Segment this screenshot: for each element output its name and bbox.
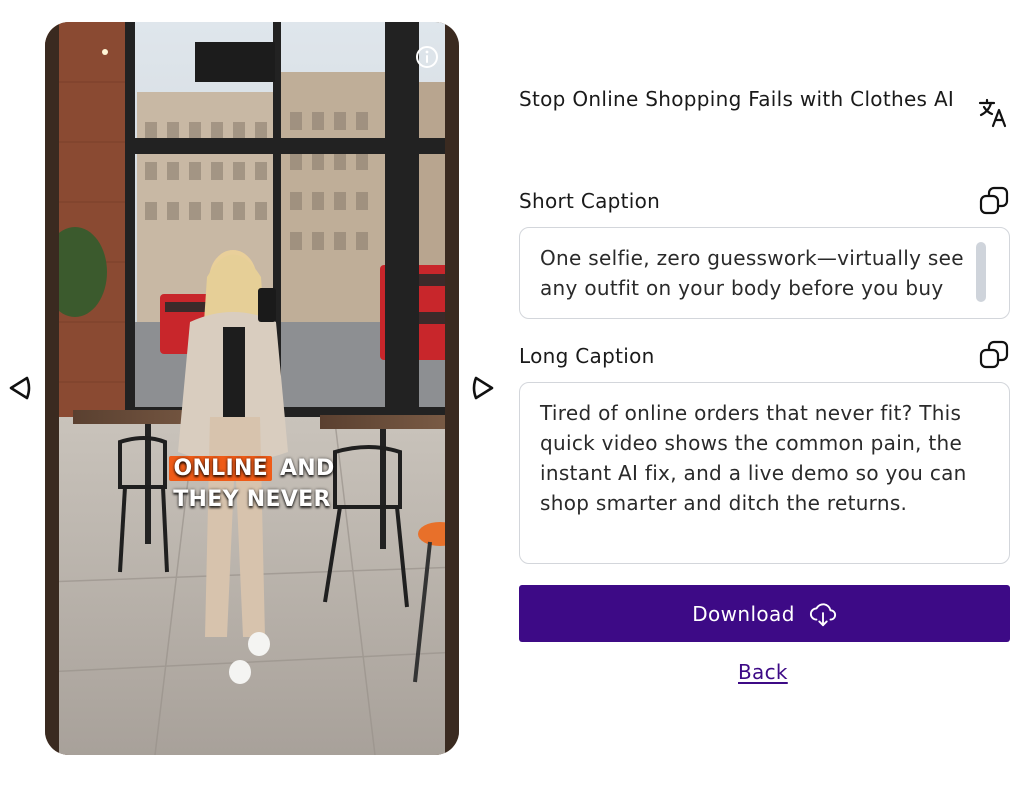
copy-long-caption-button[interactable] [978, 339, 1010, 371]
caption-line-1-rest: AND [272, 456, 335, 481]
download-button[interactable]: Download [519, 585, 1010, 642]
translate-button[interactable] [976, 96, 1010, 130]
long-caption-field[interactable]: Tired of online orders that never fit? T… [519, 382, 1010, 564]
copy-icon [979, 186, 1009, 215]
long-caption-label: Long Caption [519, 344, 655, 368]
video-caption-line-2: THEY NEVER [173, 487, 331, 512]
video-caption-line-1: ONLINE AND [45, 453, 459, 484]
video-preview[interactable]: ONLINE AND THEY NEVER [45, 22, 459, 755]
copy-short-caption-button[interactable] [978, 185, 1010, 217]
download-label: Download [692, 601, 795, 626]
back-link[interactable]: Back [738, 660, 788, 684]
chevron-left-icon [9, 376, 31, 400]
chevron-right-icon [472, 376, 494, 400]
page-title: Stop Online Shopping Fails with Clothes … [519, 87, 955, 111]
copy-icon [979, 340, 1009, 369]
info-icon[interactable] [415, 45, 439, 69]
caption-highlight-word: ONLINE [169, 456, 272, 481]
next-button[interactable] [468, 373, 498, 403]
short-caption-field[interactable]: One selfie, zero guesswork—virtually see… [519, 227, 1010, 319]
video-frame [45, 22, 459, 755]
translate-icon [978, 98, 1007, 128]
video-caption-overlay: ONLINE AND THEY NEVER [45, 453, 459, 515]
short-caption-label: Short Caption [519, 189, 661, 213]
app-page: ONLINE AND THEY NEVER Stop Online Shoppi… [0, 0, 1024, 786]
short-caption-scrollbar[interactable] [976, 242, 986, 302]
previous-button[interactable] [5, 373, 35, 403]
cloud-download-icon [809, 602, 836, 626]
